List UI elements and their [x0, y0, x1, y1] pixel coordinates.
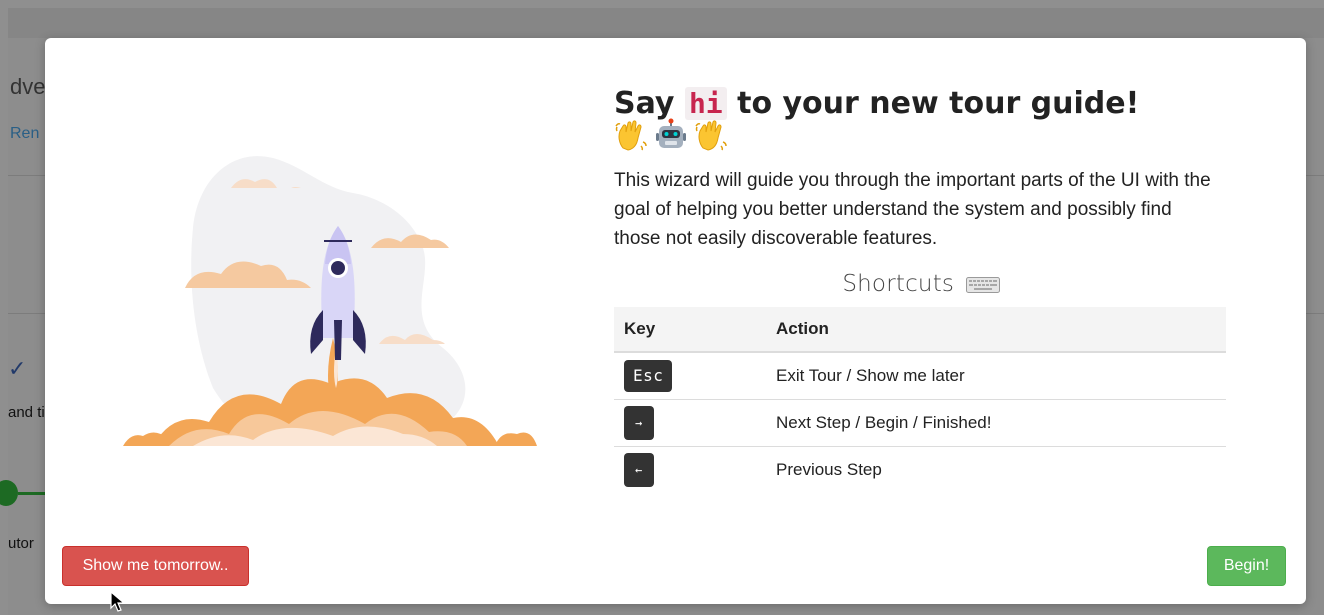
shortcuts-table: Key Action Esc Exit Tour / Show me later… — [614, 307, 1226, 493]
background-topbar — [8, 8, 1324, 38]
keyboard-icon — [965, 276, 1000, 293]
action-cell: Next Step / Begin / Finished! — [766, 399, 1226, 447]
heading-code: hi — [684, 87, 727, 120]
table-row: Esc Exit Tour / Show me later — [614, 352, 1226, 400]
modal-content: Say hi to your new tour guide! This wiza… — [614, 86, 1228, 493]
background-link: Ren — [10, 125, 40, 142]
column-header-action: Action — [766, 307, 1226, 353]
waving-hand-icon — [695, 120, 727, 151]
tour-modal: Say hi to your new tour guide! This wiza… — [45, 38, 1306, 604]
table-header-row: Key Action — [614, 307, 1226, 353]
show-me-tomorrow-button[interactable]: Show me tomorrow.. — [62, 546, 249, 586]
table-row: → Next Step / Begin / Finished! — [614, 399, 1226, 447]
begin-button[interactable]: Begin! — [1207, 546, 1286, 586]
action-cell: Exit Tour / Show me later — [766, 352, 1226, 400]
emoji-row — [614, 118, 1228, 152]
rocket-illustration — [123, 156, 537, 446]
column-header-key: Key — [614, 307, 766, 353]
background-step-dot — [0, 480, 18, 506]
key-cell: → — [614, 399, 766, 447]
table-row: ← Previous Step — [614, 447, 1226, 494]
mouse-cursor-icon — [110, 591, 126, 612]
modal-heading: Say hi to your new tour guide! — [614, 86, 1228, 122]
key-right-arrow: → — [624, 406, 654, 440]
heading-suffix: to your new tour guide! — [737, 86, 1140, 121]
check-icon: ✓ — [8, 356, 27, 381]
shortcuts-title: Shortcuts — [614, 271, 1228, 297]
waving-hand-icon — [615, 120, 647, 151]
background-step-line — [18, 492, 48, 495]
background-row-text: and ti — [8, 404, 45, 421]
background-step-text: utor — [8, 535, 34, 552]
heading-prefix: Say — [614, 86, 675, 121]
intro-text: This wizard will guide you through the i… — [614, 170, 1211, 249]
key-left-arrow: ← — [624, 453, 654, 487]
key-cell: ← — [614, 447, 766, 494]
shortcuts-title-text: Shortcuts — [842, 271, 955, 297]
key-esc: Esc — [624, 360, 673, 392]
robot-icon — [656, 118, 686, 148]
key-cell: Esc — [614, 352, 766, 400]
action-cell: Previous Step — [776, 460, 882, 479]
